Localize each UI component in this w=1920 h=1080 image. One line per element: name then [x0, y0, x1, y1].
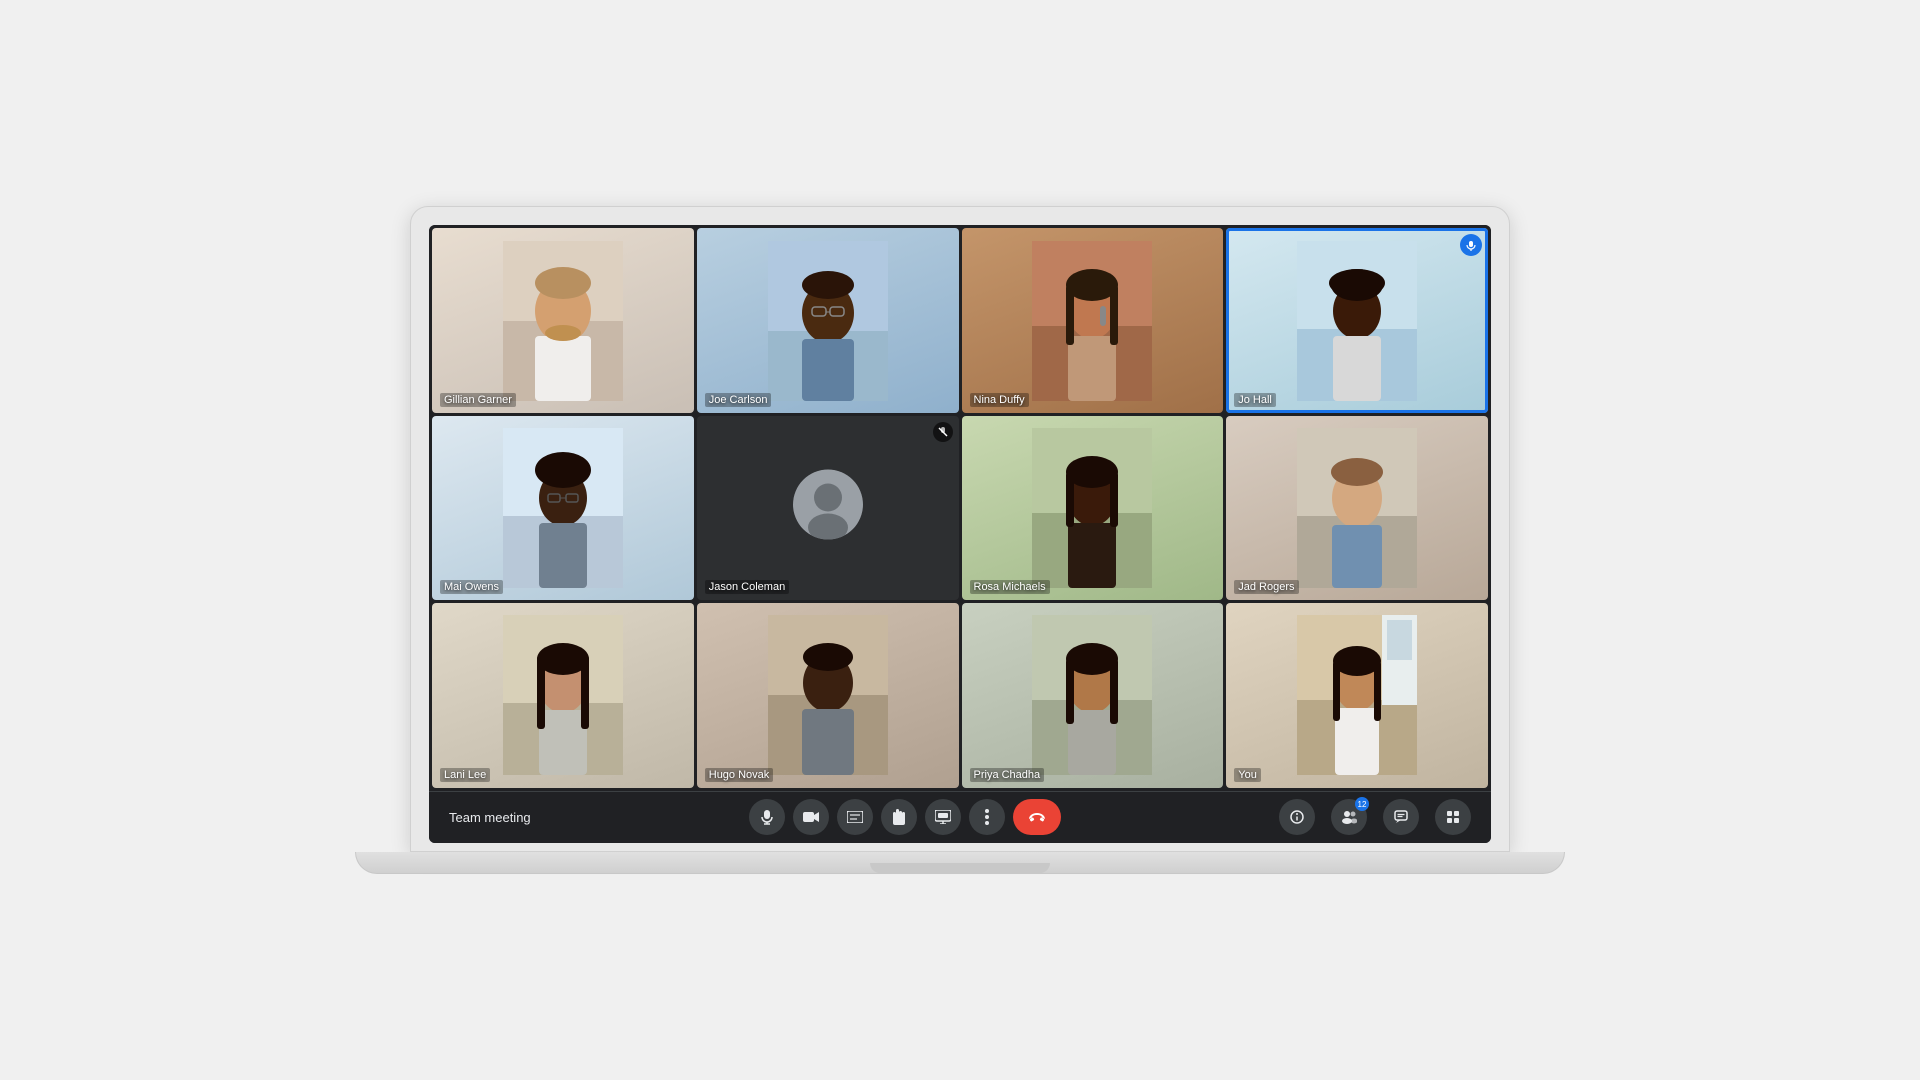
face-container — [432, 228, 694, 412]
video-tile-jason[interactable]: Jason Coleman — [697, 416, 959, 600]
screen: Gillian Garner — [429, 225, 1491, 842]
present-button[interactable] — [925, 799, 961, 835]
end-call-button[interactable] — [1013, 799, 1061, 835]
laptop-wrapper: Gillian Garner — [410, 206, 1510, 873]
video-tile[interactable]: Hugo Novak — [697, 603, 959, 787]
video-tile[interactable]: Nina Duffy — [962, 228, 1224, 412]
present-icon — [935, 810, 951, 824]
face-container — [962, 416, 1224, 600]
captions-icon — [847, 811, 863, 823]
video-tile[interactable]: Gillian Garner — [432, 228, 694, 412]
people-icon — [1341, 810, 1357, 824]
face-container — [962, 603, 1224, 787]
video-tile[interactable]: Rosa Michaels — [962, 416, 1224, 600]
toolbar: Team meeting — [429, 791, 1491, 843]
chat-icon — [1394, 810, 1408, 824]
tile-name: Joe Carlson — [705, 393, 772, 407]
more-options-button[interactable] — [969, 799, 1005, 835]
video-tile[interactable]: Mai Owens — [432, 416, 694, 600]
tile-name: Lani Lee — [440, 768, 490, 782]
tile-name: You — [1234, 768, 1261, 782]
laptop-screen-bezel: Gillian Garner — [410, 206, 1510, 851]
camera-button[interactable] — [793, 799, 829, 835]
tile-name: Jad Rogers — [1234, 580, 1298, 594]
mic-button[interactable] — [749, 799, 785, 835]
captions-button[interactable] — [837, 799, 873, 835]
activities-icon — [1446, 810, 1460, 824]
tile-name: Jason Coleman — [705, 580, 789, 594]
video-tile[interactable]: Priya Chadha — [962, 603, 1224, 787]
activities-button[interactable] — [1435, 799, 1471, 835]
tile-name: Mai Owens — [440, 580, 503, 594]
video-tile[interactable]: Jad Rogers — [1226, 416, 1488, 600]
video-tile[interactable]: Lani Lee — [432, 603, 694, 787]
laptop-notch — [870, 863, 1050, 873]
tile-name: Rosa Michaels — [970, 580, 1050, 594]
people-button[interactable]: 12 — [1331, 799, 1367, 835]
tile-name: Jo Hall — [1234, 393, 1276, 407]
tile-name: Nina Duffy — [970, 393, 1029, 407]
laptop-base — [355, 852, 1565, 874]
toolbar-right: 12 — [1279, 799, 1471, 835]
face-container — [432, 416, 694, 600]
face-container — [962, 228, 1224, 412]
hand-raise-button[interactable] — [881, 799, 917, 835]
people-count-badge: 12 — [1355, 797, 1369, 811]
more-icon — [985, 809, 989, 825]
video-tile-self[interactable]: You — [1226, 603, 1488, 787]
meeting-name: Team meeting — [449, 810, 531, 825]
face-container — [697, 228, 959, 412]
video-grid: Gillian Garner — [429, 225, 1491, 790]
face-container — [1226, 228, 1488, 412]
face-container — [697, 603, 959, 787]
tile-name: Gillian Garner — [440, 393, 516, 407]
face-container — [432, 603, 694, 787]
info-icon — [1290, 810, 1304, 824]
hand-icon — [892, 809, 906, 825]
info-button[interactable] — [1279, 799, 1315, 835]
tile-name: Hugo Novak — [705, 768, 774, 782]
toolbar-center — [749, 799, 1061, 835]
toolbar-left: Team meeting — [449, 810, 531, 825]
chat-button[interactable] — [1383, 799, 1419, 835]
face-container — [1226, 416, 1488, 600]
face-container — [1226, 603, 1488, 787]
end-call-icon — [1028, 812, 1046, 822]
video-tile-active[interactable]: Jo Hall — [1226, 228, 1488, 412]
tile-name: Priya Chadha — [970, 768, 1045, 782]
mic-icon — [759, 809, 775, 825]
mute-icon — [933, 422, 953, 442]
video-tile[interactable]: Joe Carlson — [697, 228, 959, 412]
camera-icon — [803, 810, 819, 824]
